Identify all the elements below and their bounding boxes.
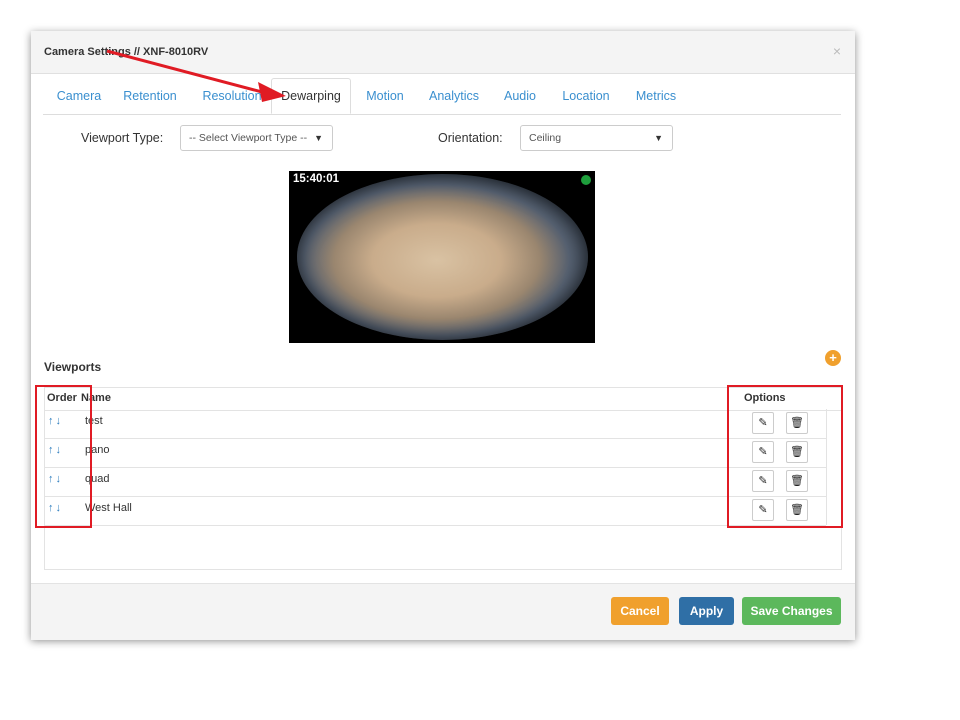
annotation-arrow bbox=[106, 49, 286, 102]
